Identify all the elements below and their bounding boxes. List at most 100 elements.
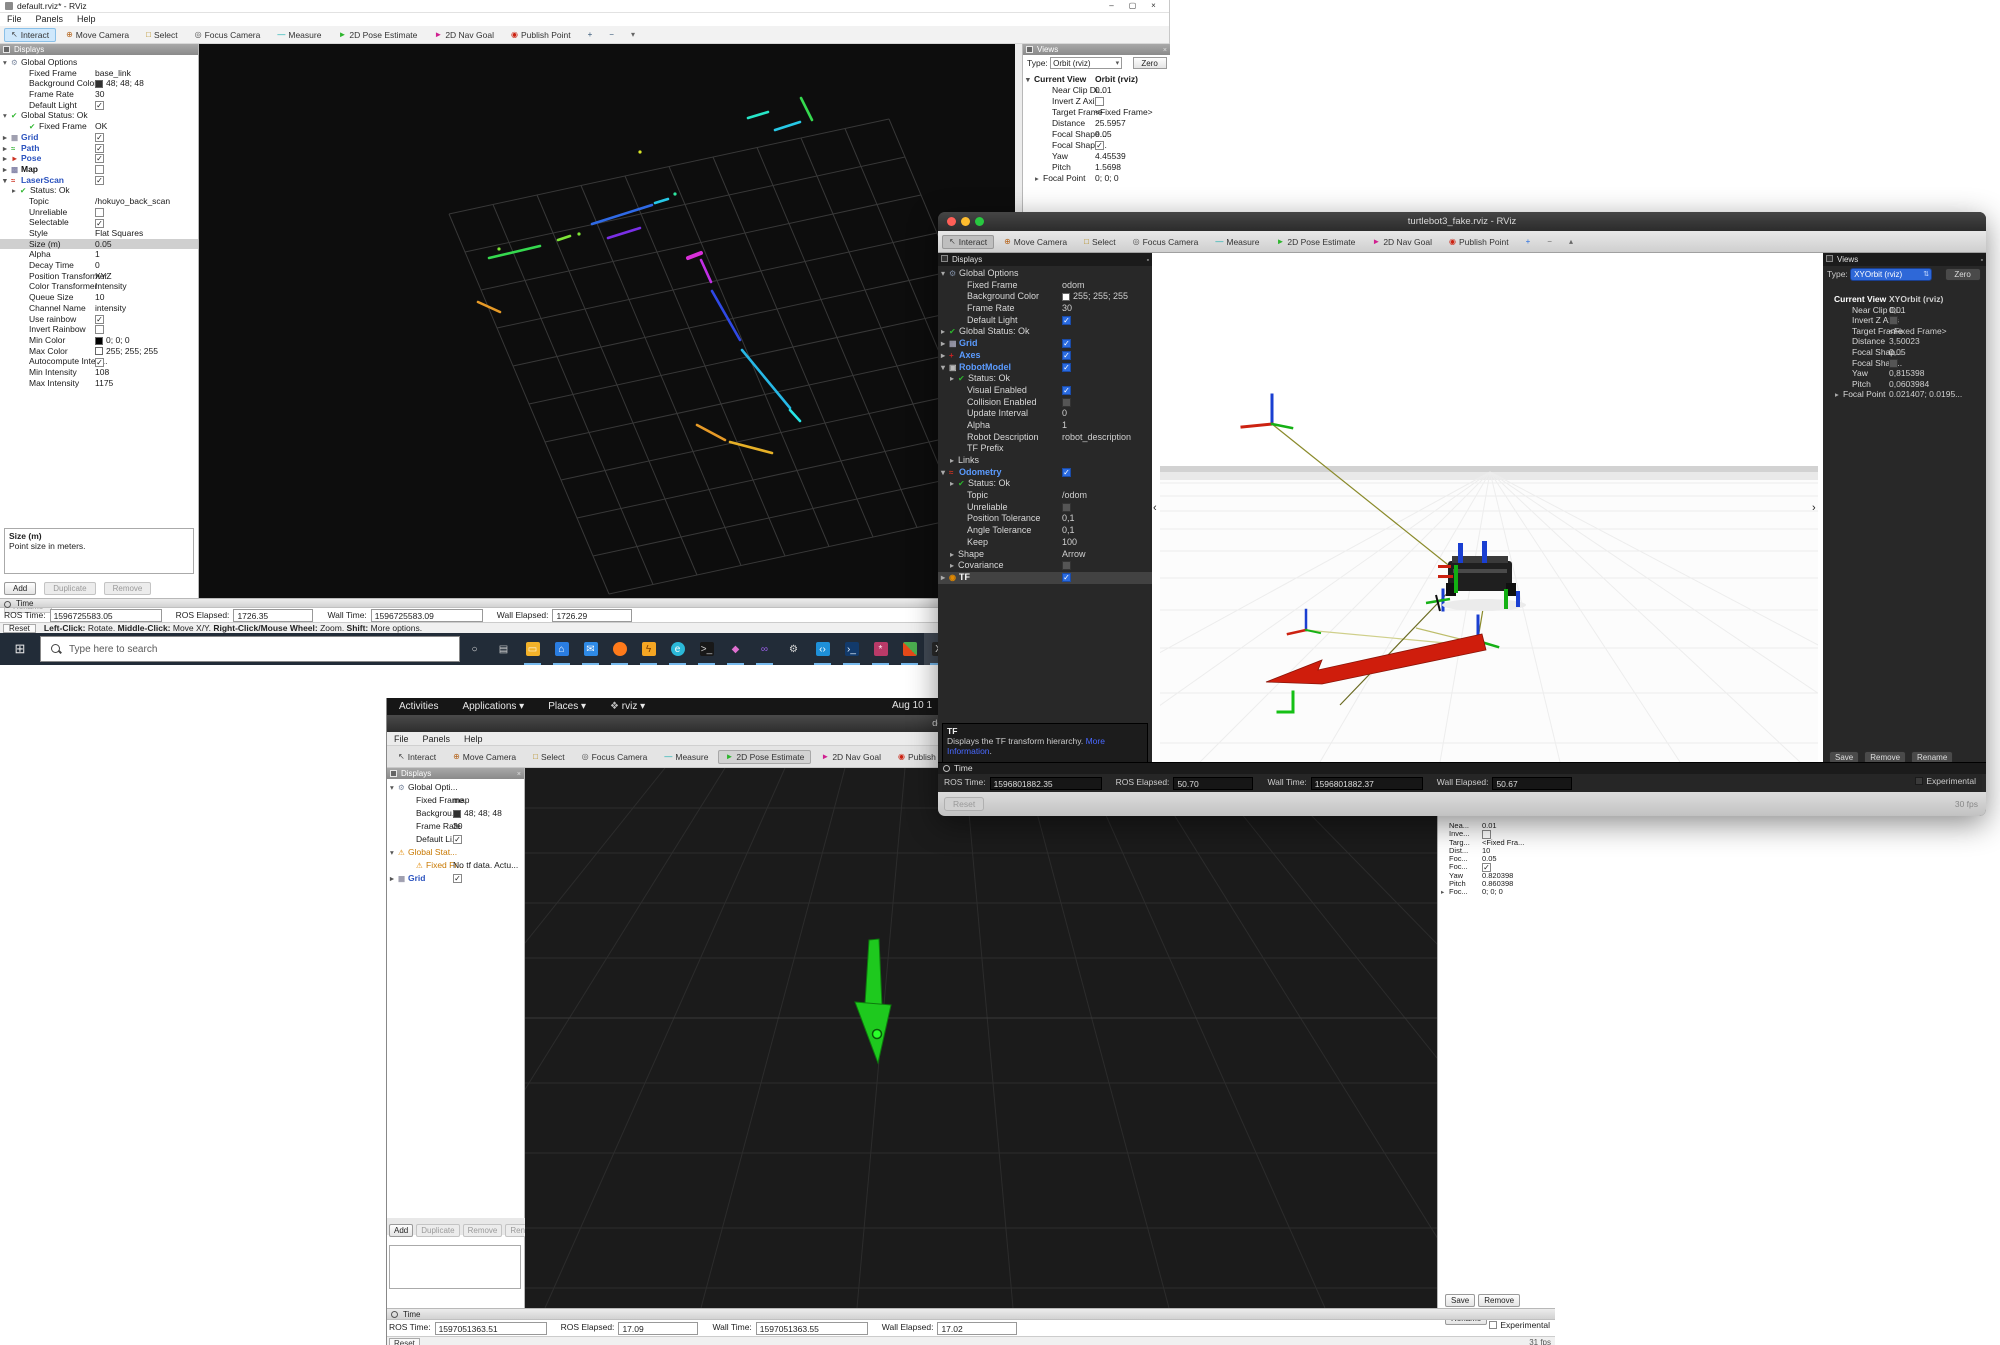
tree-row[interactable]: Max Intensity1175 <box>0 378 198 389</box>
checkbox-icon[interactable] <box>1062 503 1071 512</box>
tree-row[interactable]: Topic/hokuyo_back_scan <box>0 196 198 207</box>
tree-row[interactable]: Min Color0; 0; 0 <box>0 335 198 346</box>
start-button[interactable]: ⊞ <box>0 641 40 657</box>
twisty-icon[interactable]: ▸ <box>950 478 958 490</box>
property-value[interactable] <box>1095 96 1104 107</box>
time-field-value[interactable]: 1726.29 <box>552 609 632 622</box>
add-button[interactable]: Add <box>4 582 36 595</box>
tree-row[interactable]: ▸✔Global Status: Ok <box>938 326 1152 338</box>
remove-button[interactable]: Remove <box>104 582 152 595</box>
views-panel-header[interactable]: Views▫ <box>1823 253 1986 266</box>
time-field-value[interactable]: 1597051363.55 <box>756 1322 868 1335</box>
tree-row[interactable]: Alpha1 <box>0 249 198 260</box>
tree-row[interactable]: Position Tolerance0,1 <box>938 513 1152 525</box>
tree-row[interactable]: Decay Time0 <box>0 260 198 271</box>
checkbox-icon[interactable]: ✓ <box>95 315 104 324</box>
checkbox-icon[interactable]: ✓ <box>1062 316 1071 325</box>
add-button[interactable]: Add <box>389 1224 413 1237</box>
twisty-icon[interactable]: ▸ <box>3 144 11 154</box>
tool-publish-point[interactable]: ◉Publish Point <box>504 28 578 42</box>
property-value[interactable] <box>95 207 104 218</box>
property-value[interactable]: 10 <box>1482 847 1490 855</box>
reset-button[interactable]: Reset <box>944 797 984 811</box>
tree-row[interactable]: ▸✔Status: Ok <box>938 373 1152 385</box>
tree-row[interactable]: Background Color48; 48; 48 <box>0 78 198 89</box>
tree-row[interactable]: Keep100 <box>938 537 1152 549</box>
tree-row[interactable]: Invert Z Axis <box>1023 96 1170 107</box>
applications-menu[interactable]: Applications ▾ <box>450 701 536 712</box>
menu-file[interactable]: File <box>387 733 416 746</box>
twisty-icon[interactable]: ▸ <box>950 560 958 572</box>
property-value[interactable]: base_link <box>95 68 131 79</box>
property-value[interactable]: ✓ <box>1062 362 1071 374</box>
checkbox-icon[interactable]: ✓ <box>1062 363 1071 372</box>
twisty-icon[interactable]: ▾ <box>941 268 949 280</box>
twisty-icon[interactable]: ▸ <box>941 326 949 338</box>
tree-row[interactable]: ▾✔Global Status: Ok <box>0 110 198 121</box>
checkbox-icon[interactable] <box>1889 316 1898 325</box>
float-icon[interactable]: ▫ <box>1147 254 1149 266</box>
tree-row[interactable]: Distance3,50023 <box>1823 336 1986 347</box>
taskbar-powershell-icon[interactable]: ›_ <box>837 633 866 665</box>
property-value[interactable]: Flat Squares <box>95 228 143 239</box>
property-value[interactable]: 0,01 <box>1889 305 1906 316</box>
twisty-icon[interactable]: ▾ <box>941 362 949 374</box>
time-field-value[interactable]: 50.67 <box>1492 777 1572 790</box>
tree-row[interactable]: Inve... <box>1438 830 1556 838</box>
property-value[interactable]: 30 <box>95 89 104 100</box>
tree-row[interactable]: ▸▦Grid✓ <box>0 132 198 143</box>
property-value[interactable]: XYOrbit (rviz) <box>1889 294 1943 305</box>
tree-row[interactable]: Focal Shap... <box>1823 358 1986 369</box>
tool-move-camera[interactable]: ⊕Move Camera <box>446 750 523 764</box>
tree-row[interactable]: Unreliable <box>0 207 198 218</box>
property-value[interactable]: ✓ <box>1062 315 1071 327</box>
property-value[interactable]: 0.05 <box>1482 855 1497 863</box>
checkbox-icon[interactable] <box>95 325 104 334</box>
property-value[interactable]: intensity <box>95 303 126 314</box>
time-field-value[interactable]: 50.70 <box>1173 777 1253 790</box>
time-field-value[interactable]: 1597051363.51 <box>435 1322 547 1335</box>
property-value[interactable]: 255; 255; 255 <box>1062 291 1128 303</box>
remove-button[interactable]: Remove <box>1478 1294 1520 1307</box>
property-value[interactable]: 48; 48; 48 <box>95 78 144 89</box>
tree-row[interactable]: Update Interval0 <box>938 408 1152 420</box>
property-value[interactable] <box>1062 560 1071 572</box>
twisty-icon[interactable]: ▾ <box>3 111 11 121</box>
property-value[interactable]: ✓ <box>95 153 104 164</box>
taskbar-firefox-icon[interactable] <box>605 633 634 665</box>
property-value[interactable]: ✓ <box>1062 338 1071 350</box>
experimental-checkbox[interactable]: Experimental <box>1915 776 1976 786</box>
tree-row[interactable]: Current ViewXYOrbit (rviz) <box>1823 294 1986 305</box>
tree-row[interactable]: ▾≈LaserScan✓ <box>0 175 198 186</box>
tree-row[interactable]: Channel Nameintensity <box>0 303 198 314</box>
taskbar-vscode-icon[interactable]: ‹› <box>808 633 837 665</box>
property-value[interactable]: 0.021407; 0.0195... <box>1889 389 1962 400</box>
tree-row[interactable]: ▸Focal Point0.021407; 0.0195... <box>1823 389 1986 400</box>
tree-row[interactable]: Collision Enabled <box>938 397 1152 409</box>
property-value[interactable]: <Fixed Frame> <box>1095 107 1153 118</box>
tree-row[interactable]: ▸Covariance <box>938 560 1152 572</box>
checkbox-icon[interactable]: ✓ <box>1062 339 1071 348</box>
tree-row[interactable]: ⚠Fixed Fr...No tf data. Actu... <box>387 859 524 872</box>
tool-pose-estimate[interactable]: ►2D Pose Estimate <box>331 28 424 42</box>
property-value[interactable] <box>1062 502 1071 514</box>
tree-row[interactable]: TF Prefix <box>938 443 1152 455</box>
property-value[interactable]: 0,1 <box>1062 525 1075 537</box>
view-type-dropdown[interactable]: XYOrbit (rviz)⇅ <box>1850 268 1932 281</box>
twisty-icon[interactable]: ▾ <box>3 176 11 186</box>
taskbar-mail-icon[interactable]: ✉ <box>576 633 605 665</box>
time-field-value[interactable]: 1596725583.09 <box>371 609 483 622</box>
tree-row[interactable]: Pitch0,0603984 <box>1823 379 1986 390</box>
tree-row[interactable]: Alpha1 <box>938 420 1152 432</box>
tool-add-tool[interactable]: + <box>581 28 600 42</box>
property-value[interactable]: 0.05 <box>95 239 112 250</box>
tree-row[interactable]: Foc...✓ <box>1438 863 1556 871</box>
property-value[interactable]: 0,815398 <box>1889 368 1924 379</box>
property-value[interactable]: ✓ <box>95 132 104 143</box>
property-value[interactable] <box>1889 315 1898 326</box>
property-value[interactable]: Orbit (rviz) <box>1095 74 1138 85</box>
tree-row[interactable]: Selectable✓ <box>0 217 198 228</box>
property-value[interactable]: 0,1 <box>1062 513 1075 525</box>
property-value[interactable] <box>1062 397 1071 409</box>
tree-row[interactable]: Pitch0.860398 <box>1438 880 1556 888</box>
